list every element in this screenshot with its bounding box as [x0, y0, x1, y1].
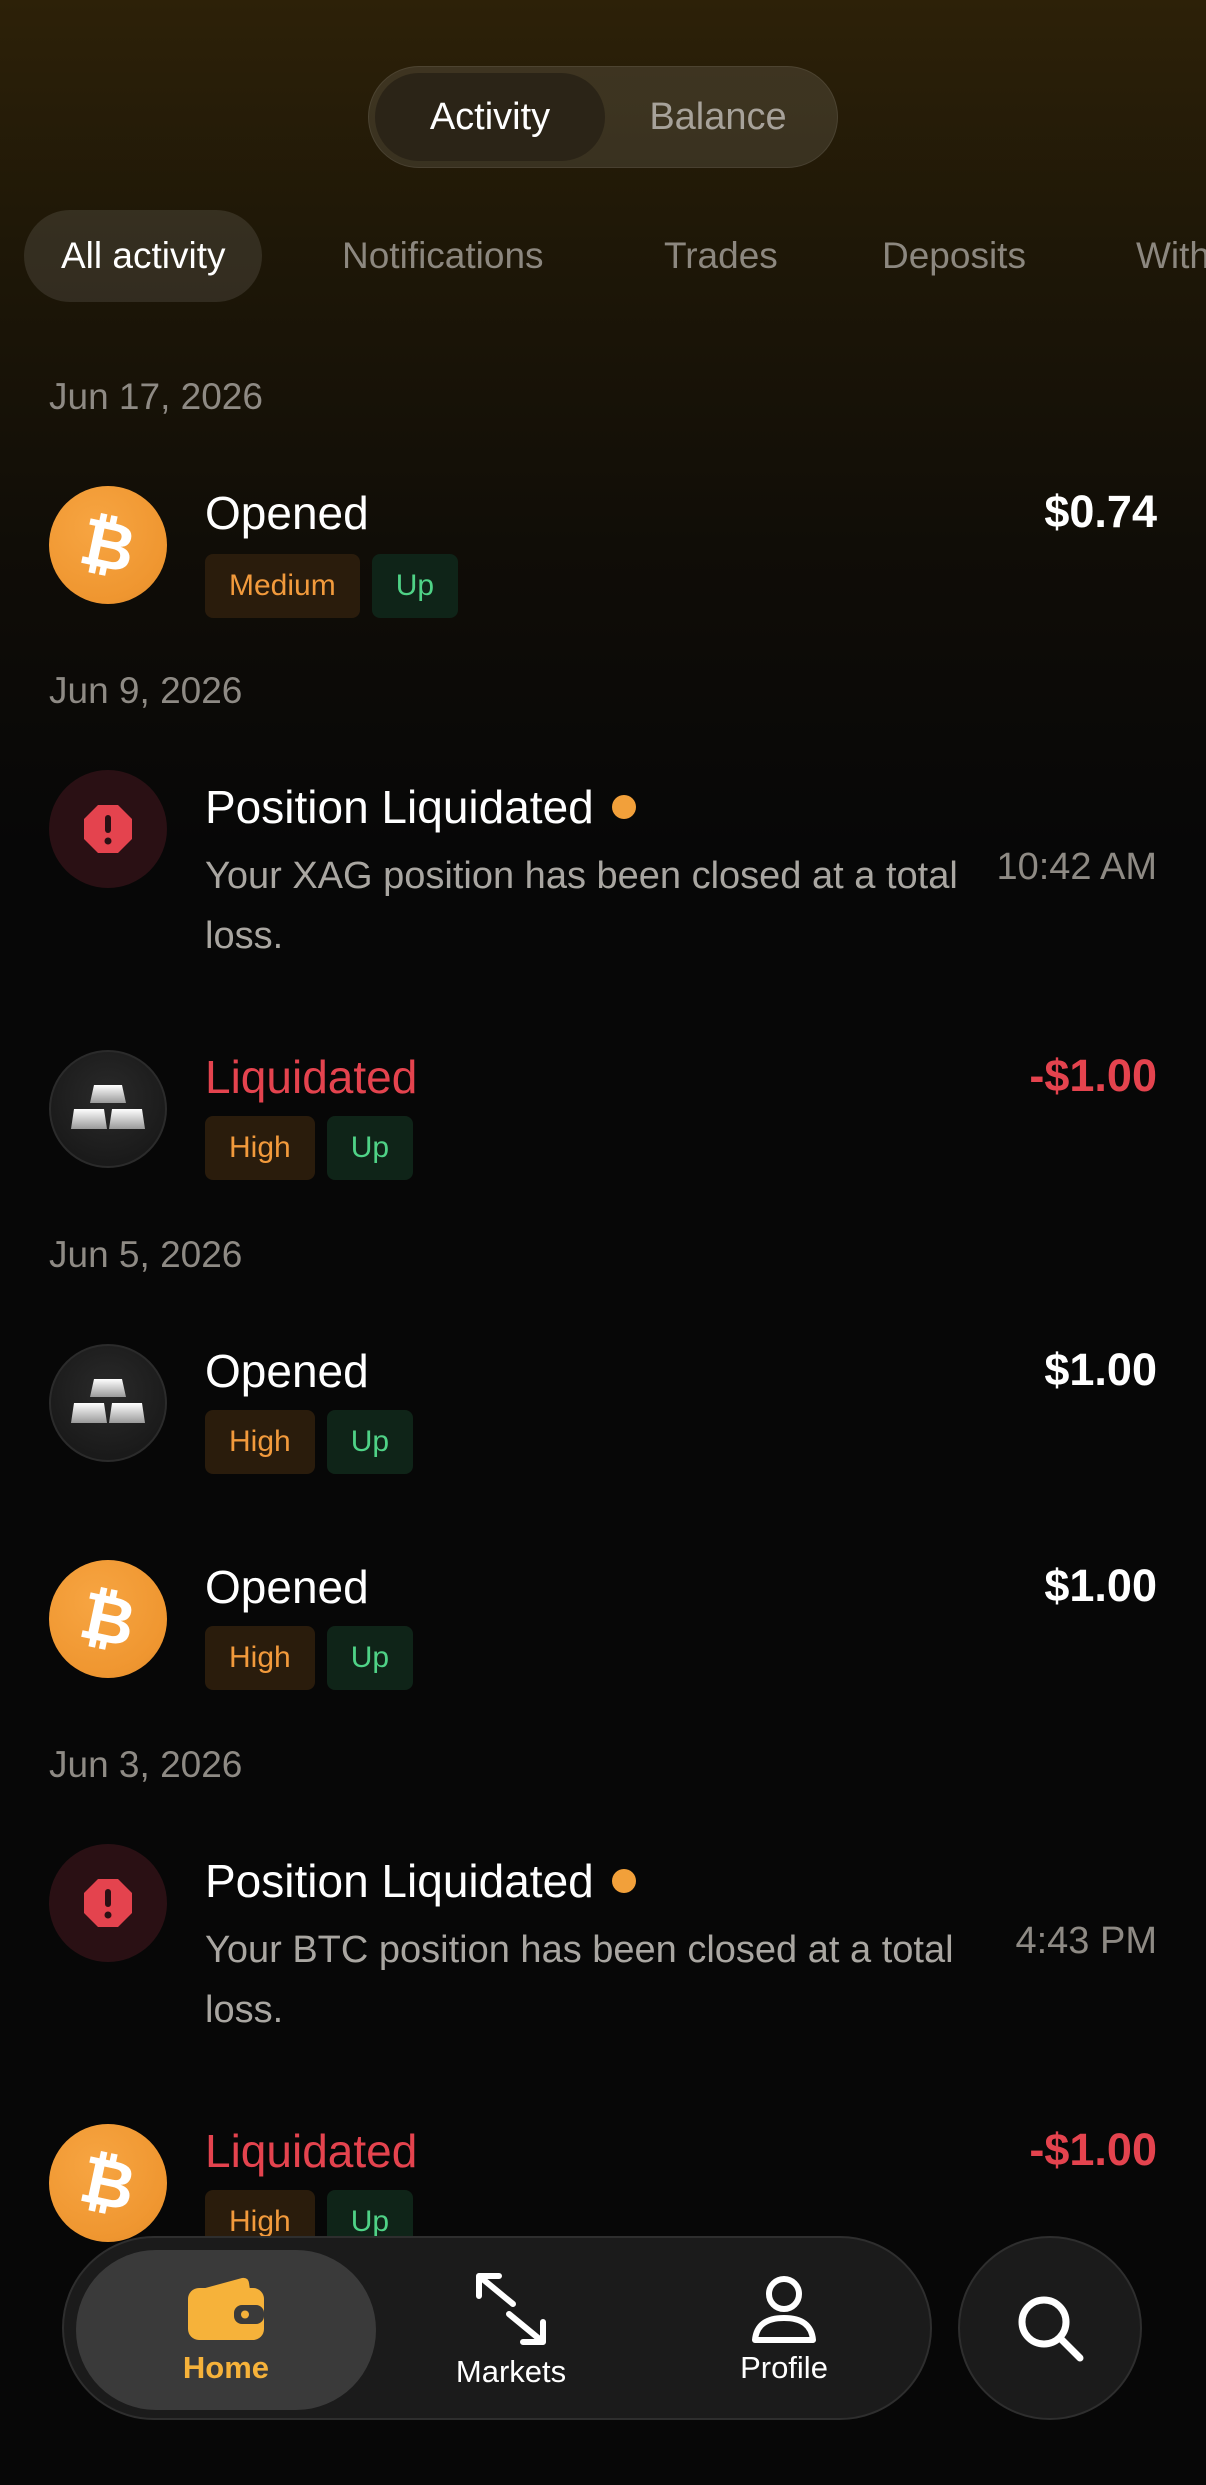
- filter-trades[interactable]: Trades: [664, 210, 778, 302]
- activity-title: Liquidated: [205, 2125, 418, 2177]
- silver-bars-icon: [49, 1344, 167, 1462]
- alert-icon: [49, 770, 167, 888]
- date-header: Jun 9, 2026: [49, 670, 243, 711]
- arrows-icon: [476, 2273, 546, 2345]
- notification-title-text: Position Liquidated: [205, 781, 594, 833]
- notification-title: Position Liquidated: [205, 1854, 636, 1908]
- risk-tag: Medium: [205, 554, 360, 618]
- unread-dot: [611, 794, 636, 819]
- unread-dot: [611, 1868, 636, 1893]
- svg-text:₿: ₿: [74, 2140, 143, 2227]
- risk-tag: High: [205, 1116, 315, 1180]
- tag-list: Medium Up: [205, 554, 459, 618]
- activity-title: Opened: [205, 1345, 369, 1397]
- date-header: Jun 3, 2026: [49, 1744, 243, 1785]
- search-button[interactable]: [958, 2236, 1142, 2420]
- activity-amount: -$1.00: [1029, 1050, 1157, 1101]
- svg-text:₿: ₿: [74, 502, 143, 589]
- notification-time: 4:43 PM: [1015, 1920, 1157, 1962]
- filter-bar: All activity Notifications Trades Deposi…: [0, 210, 1206, 302]
- filter-all-activity[interactable]: All activity: [24, 210, 263, 302]
- person-icon: [752, 2276, 816, 2343]
- activity-title: Opened: [205, 487, 369, 539]
- notification-title-text: Position Liquidated: [205, 1855, 594, 1907]
- risk-tag: High: [205, 1410, 315, 1474]
- tag-list: High Up: [205, 1116, 414, 1180]
- silver-bars-icon: [49, 1050, 167, 1168]
- wallet-icon: [188, 2277, 264, 2340]
- filter-deposits[interactable]: Deposits: [882, 210, 1026, 302]
- date-header: Jun 17, 2026: [49, 376, 263, 417]
- tag-list: High Up: [205, 1626, 414, 1690]
- nav-markets-label: Markets: [455, 2354, 567, 2389]
- alert-icon: [49, 1844, 167, 1962]
- notification-title: Position Liquidated: [205, 780, 636, 834]
- tag-list: High Up: [205, 1410, 414, 1474]
- direction-tag: Up: [326, 1626, 414, 1690]
- activity-amount: -$1.00: [1029, 2124, 1157, 2175]
- bottom-nav: Home Markets Profile: [62, 2236, 932, 2420]
- bitcoin-icon: ₿: [49, 486, 167, 604]
- activity-amount: $1.00: [1044, 1560, 1157, 1611]
- nav-home-label: Home: [182, 2350, 270, 2385]
- risk-tag: High: [205, 1626, 315, 1690]
- tab-balance[interactable]: Balance: [605, 73, 831, 161]
- activity-amount: $1.00: [1044, 1344, 1157, 1395]
- date-header: Jun 5, 2026: [49, 1234, 243, 1275]
- notification-time: 10:42 AM: [996, 846, 1157, 888]
- notification-description: Your BTC position has been closed at a t…: [205, 1929, 954, 2031]
- nav-profile-label: Profile: [740, 2350, 828, 2385]
- activity-title: Opened: [205, 1561, 369, 1613]
- filter-withdrawals[interactable]: Withdrawals: [1136, 210, 1206, 302]
- activity-title: Liquidated: [205, 1051, 418, 1103]
- filter-notifications[interactable]: Notifications: [342, 210, 544, 302]
- direction-tag: Up: [326, 1410, 414, 1474]
- nav-profile[interactable]: Profile: [684, 2238, 884, 2422]
- tab-activity[interactable]: Activity: [375, 73, 605, 161]
- notification-description: Your XAG position has been closed at a t…: [205, 855, 958, 957]
- svg-text:₿: ₿: [74, 1576, 143, 1663]
- activity-amount: $0.74: [1044, 486, 1157, 537]
- search-icon: [1018, 2296, 1084, 2362]
- nav-home[interactable]: Home: [76, 2238, 376, 2422]
- direction-tag: Up: [371, 554, 459, 618]
- bitcoin-icon: ₿: [49, 1560, 167, 1678]
- bitcoin-icon: ₿: [49, 2124, 167, 2242]
- direction-tag: Up: [326, 1116, 414, 1180]
- activity-balance-toggle: Activity Balance: [368, 66, 838, 168]
- nav-markets[interactable]: Markets: [411, 2238, 611, 2422]
